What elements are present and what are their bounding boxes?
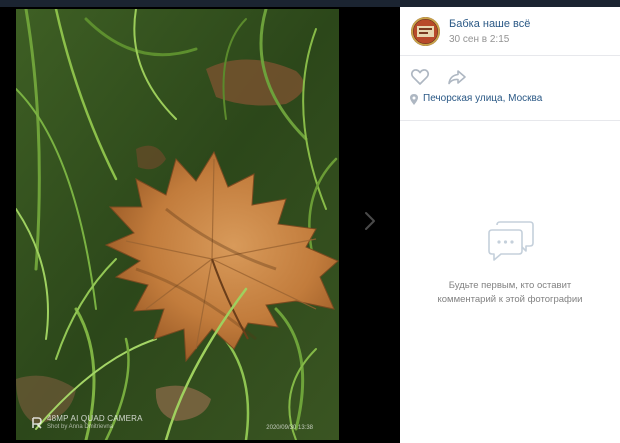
side-panel: Бабка наше всё 30 сен в 2:15 Печорская у… <box>400 7 620 443</box>
comments-bubble-icon <box>488 221 534 261</box>
camera-watermark: 48MP AI QUAD CAMERA Shot by Anna Dmitrie… <box>30 414 143 432</box>
empty-comments-line2: комментарий к этой фотографии <box>437 294 583 305</box>
share-button[interactable] <box>447 67 467 87</box>
camera-brand-icon <box>32 417 42 429</box>
location-text: Печорская улица, Москва <box>423 93 543 104</box>
location-pin-icon <box>410 94 418 105</box>
photo-image <box>16 9 339 440</box>
post-date[interactable]: 30 сен в 2:15 <box>449 34 509 45</box>
divider <box>400 120 620 121</box>
photo[interactable]: 48MP AI QUAD CAMERA Shot by Anna Dmitrie… <box>16 9 339 440</box>
top-bar <box>0 0 620 7</box>
photo-timestamp: 2020/09/30 13:38 <box>266 425 313 431</box>
heart-icon <box>410 69 430 85</box>
author-name[interactable]: Бабка наше всё <box>449 18 530 30</box>
avatar-image <box>411 17 440 46</box>
empty-comments-line1: Будьте первым, кто оставит <box>448 280 572 291</box>
chevron-right-icon <box>365 212 375 230</box>
watermark-line1: 48MP AI QUAD CAMERA <box>47 414 143 423</box>
post-author: Бабка наше всё 30 сен в 2:15 <box>400 7 620 56</box>
share-arrow-icon <box>448 70 466 85</box>
watermark-line2: Shot by Anna Dmitrievna <box>47 424 114 430</box>
post-actions <box>400 67 620 89</box>
avatar[interactable] <box>411 17 440 46</box>
like-button[interactable] <box>410 67 430 87</box>
empty-comments: Будьте первым, кто оставит комментарий к… <box>400 219 620 307</box>
photo-viewer: 48MP AI QUAD CAMERA Shot by Anna Dmitrie… <box>0 7 400 443</box>
empty-comments-text: Будьте первым, кто оставит комментарий к… <box>400 279 620 307</box>
next-photo-button[interactable] <box>358 207 382 235</box>
